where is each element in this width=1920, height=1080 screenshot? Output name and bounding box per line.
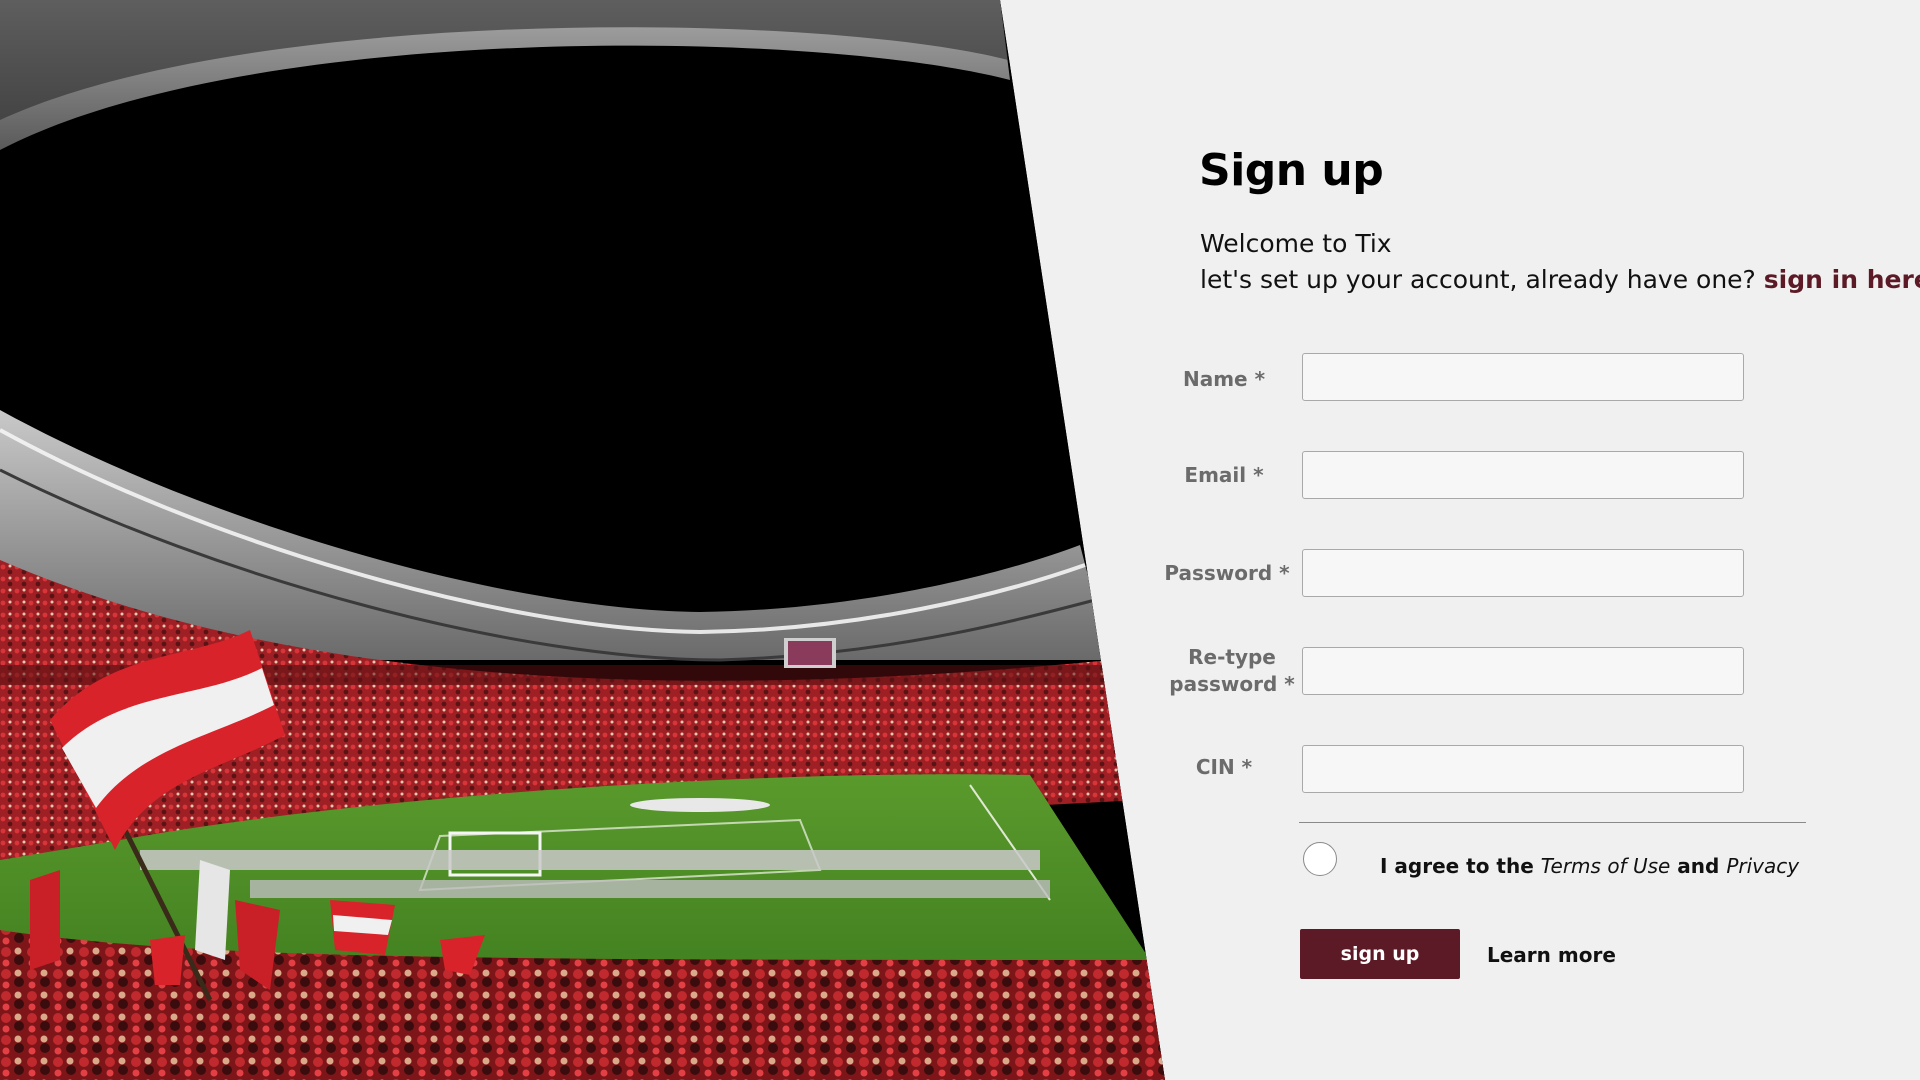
form-divider	[1299, 822, 1806, 823]
retype-password-label-line2: password *	[1169, 672, 1295, 696]
agree-and: and	[1677, 854, 1720, 878]
stadium-hero-image	[0, 0, 1165, 1080]
email-label: Email *	[1184, 463, 1264, 487]
retype-password-label-line1: Re-type	[1188, 645, 1276, 669]
password-input[interactable]	[1302, 549, 1744, 597]
sign-up-button[interactable]: sign up	[1300, 929, 1460, 979]
retype-password-label: Re-type password *	[1168, 644, 1296, 698]
page-title: Sign up	[1199, 145, 1384, 196]
agree-prefix: I agree to the	[1380, 854, 1534, 878]
retype-password-input[interactable]	[1302, 647, 1744, 695]
signup-page: Sign up Welcome to Tix let's set up your…	[0, 0, 1920, 1080]
cin-input[interactable]	[1302, 745, 1744, 793]
email-input[interactable]	[1302, 451, 1744, 499]
account-prompt: let's set up your account, already have …	[1200, 262, 1920, 298]
password-label: Password *	[1164, 561, 1290, 585]
welcome-text: Welcome to Tix let's set up your account…	[1200, 226, 1920, 298]
agree-terms-radio[interactable]	[1303, 842, 1337, 876]
cin-label: CIN *	[1195, 755, 1253, 779]
account-prompt-text: let's set up your account, already have …	[1200, 265, 1756, 294]
terms-of-use-text: Terms of Use	[1540, 854, 1671, 878]
stadium-illustration	[0, 0, 1165, 1080]
welcome-line: Welcome to Tix	[1200, 229, 1392, 258]
name-input[interactable]	[1302, 353, 1744, 401]
learn-more-link[interactable]: Learn more	[1487, 943, 1616, 967]
agree-terms-text: I agree to the Terms of Use and Privacy	[1380, 854, 1799, 878]
name-label: Name *	[1182, 367, 1266, 391]
sign-in-link[interactable]: sign in here.	[1764, 265, 1920, 294]
privacy-text: Privacy	[1726, 854, 1800, 878]
